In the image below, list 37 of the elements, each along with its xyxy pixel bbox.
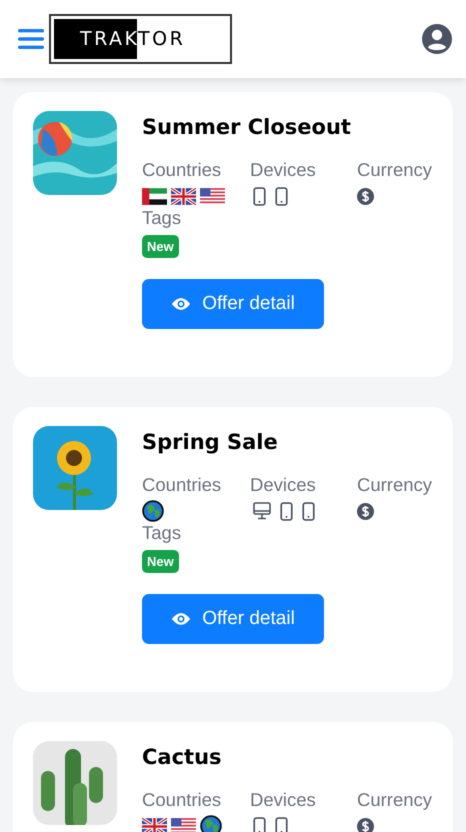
eye-icon (171, 612, 192, 626)
tags-label: Tags (142, 522, 182, 544)
eye-icon (171, 297, 192, 311)
phone-icon (275, 186, 288, 206)
devices-label: Devices (250, 789, 317, 811)
offer-title: Spring Sale (142, 430, 278, 454)
countries-label: Countries (142, 159, 222, 181)
devices-label: Devices (250, 159, 317, 181)
offer-detail-button[interactable]: Offer detail (142, 279, 324, 329)
currency-label: Currency (357, 159, 432, 181)
flag-icon (142, 188, 167, 204)
phone-icon (302, 502, 315, 520)
dollar-icon (357, 502, 374, 520)
tag: New (142, 550, 179, 573)
flag-icon (171, 818, 196, 832)
offer-title: Cactus (142, 745, 222, 769)
flag-icon (200, 188, 225, 204)
phone-icon (280, 502, 293, 520)
offer-title: Summer Closeout (142, 115, 351, 139)
user-icon[interactable] (422, 24, 452, 54)
menu-icon[interactable] (18, 28, 44, 50)
countries-label: Countries (142, 474, 222, 496)
devices-label: Devices (250, 474, 317, 496)
desktop-icon (253, 502, 271, 520)
globe-icon (142, 500, 164, 522)
flag-icon (171, 188, 196, 204)
countries-label: Countries (142, 789, 222, 811)
tag: New (142, 235, 179, 258)
currency-label: Currency (357, 789, 432, 811)
phone-icon (253, 186, 266, 206)
phone-icon (275, 816, 288, 832)
phone-icon (253, 816, 266, 832)
globe-icon (200, 815, 222, 832)
tags-label: Tags (142, 207, 182, 229)
offer-detail-button[interactable]: Offer detail (142, 594, 324, 644)
currency-label: Currency (357, 474, 432, 496)
dollar-icon (357, 188, 374, 204)
